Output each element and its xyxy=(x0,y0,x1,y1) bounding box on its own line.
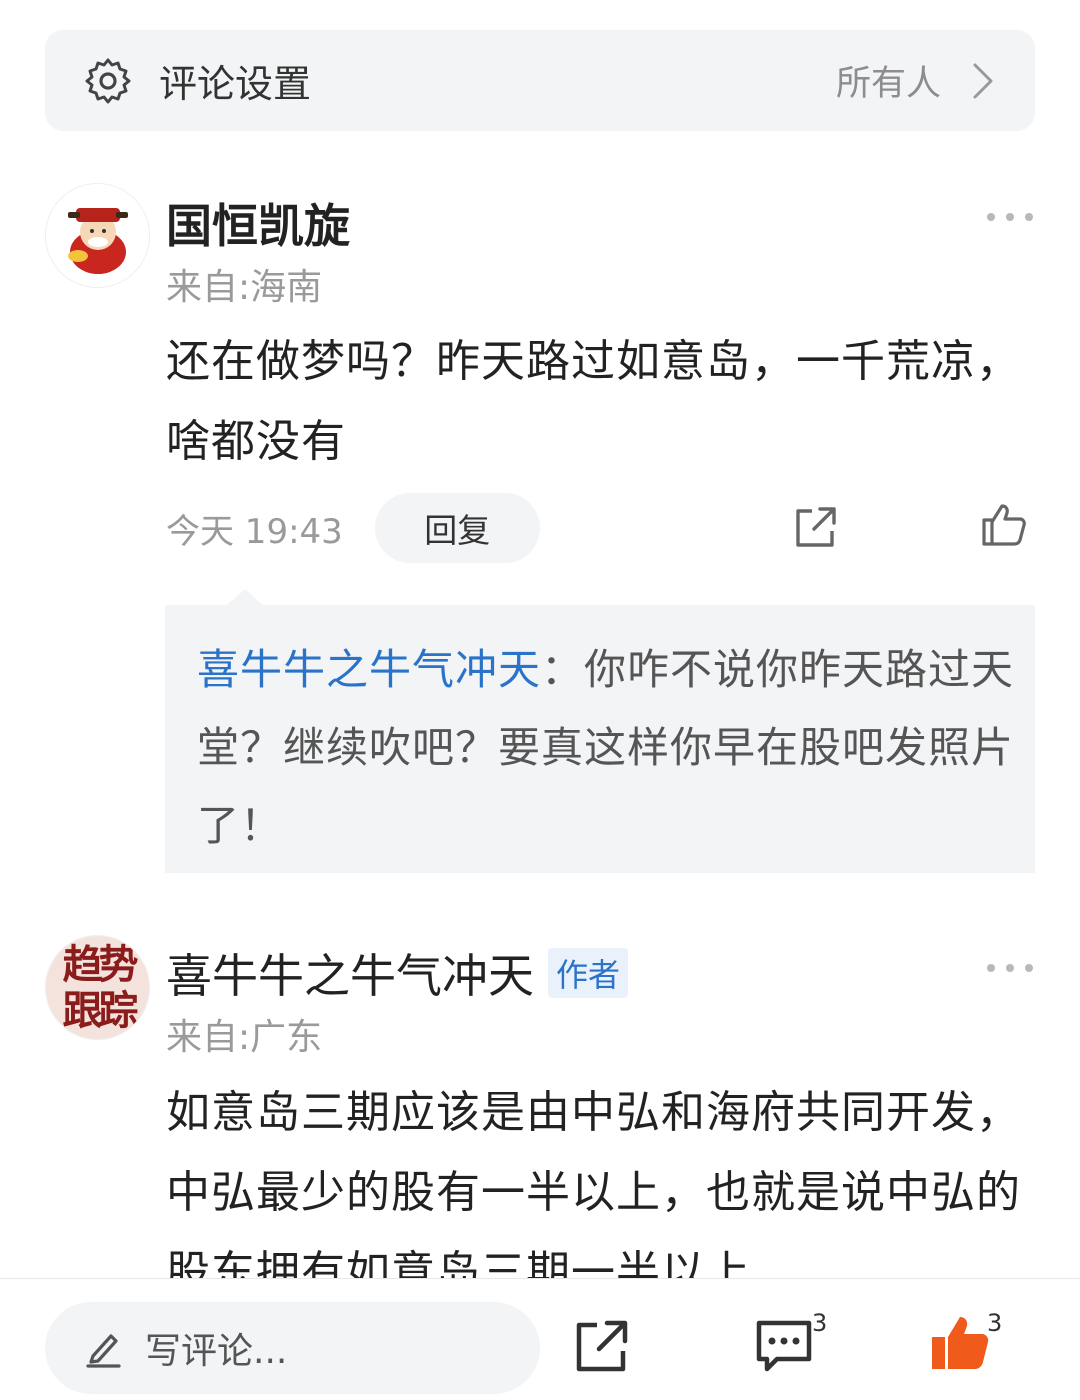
avatar-image xyxy=(46,184,149,287)
nested-reply[interactable]: 喜牛牛之牛气冲天：你咋不说你昨天路过天堂？继续吹吧？要真这样你早在股吧发照片了！ xyxy=(165,589,1035,873)
settings-value: 所有人 xyxy=(835,64,941,104)
write-comment-input[interactable]: 写评论... xyxy=(45,1302,540,1394)
comment-location: 来自:海南 xyxy=(166,267,323,308)
comments-page: 评论设置 所有人 国恒凯旋 来自:海南 还在做梦吗？昨天路过如意岛，一千荒凉，啥… xyxy=(0,0,1080,1400)
settings-title: 评论设置 xyxy=(159,62,312,106)
bottom-action-bar: 写评论... 3 3 xyxy=(0,1278,1080,1400)
share-icon[interactable] xyxy=(575,1319,629,1373)
comment-location: 来自:广东 xyxy=(166,1017,323,1058)
like-icon[interactable] xyxy=(980,500,1028,548)
chevron-right-icon xyxy=(973,63,993,98)
avatar-text-line: 跟踪 xyxy=(62,988,139,1034)
comment-time: 今天 19:43 xyxy=(166,511,343,552)
avatar[interactable] xyxy=(45,183,150,288)
like-filled-icon[interactable] xyxy=(930,1315,990,1371)
more-options-icon[interactable] xyxy=(985,961,1035,975)
comment-settings-bar[interactable]: 评论设置 所有人 xyxy=(45,30,1035,131)
comment-body: 还在做梦吗？昨天路过如意岛，一千荒凉，啥都没有 xyxy=(166,336,1021,467)
pencil-icon xyxy=(86,1334,121,1368)
share-icon[interactable] xyxy=(792,503,840,551)
like-count: 3 xyxy=(987,1309,1003,1337)
username-text[interactable]: 喜牛牛之牛气冲天 xyxy=(166,949,534,1003)
reply-notch xyxy=(227,589,263,605)
avatar-text: 趋势 跟踪 xyxy=(46,942,149,1034)
more-options-icon[interactable] xyxy=(985,210,1035,224)
comment-icon[interactable] xyxy=(755,1319,813,1373)
comment-body: 如意岛三期应该是由中弘和海府共同开发，中弘最少的股有一半以上，也就是说中弘的股东… xyxy=(166,1087,1021,1298)
comment-username[interactable]: 喜牛牛之牛气冲天 作者 xyxy=(166,940,629,1006)
gear-icon xyxy=(85,58,131,103)
reply-button[interactable]: 回复 xyxy=(374,493,540,563)
nested-reply-text: 喜牛牛之牛气冲天：你咋不说你昨天路过天堂？继续吹吧？要真这样你早在股吧发照片了！ xyxy=(197,631,1017,865)
write-comment-placeholder: 写评论... xyxy=(145,1331,288,1372)
comment-username[interactable]: 国恒凯旋 xyxy=(166,190,350,256)
comment-meta: 今天 19:43 回复 xyxy=(166,493,540,563)
author-badge: 作者 xyxy=(548,948,629,998)
nested-reply-author[interactable]: 喜牛牛之牛气冲天 xyxy=(197,645,541,694)
comment-count: 3 xyxy=(812,1309,828,1337)
avatar[interactable]: 趋势 跟踪 xyxy=(45,935,150,1040)
avatar-text-line: 趋势 xyxy=(62,942,139,988)
